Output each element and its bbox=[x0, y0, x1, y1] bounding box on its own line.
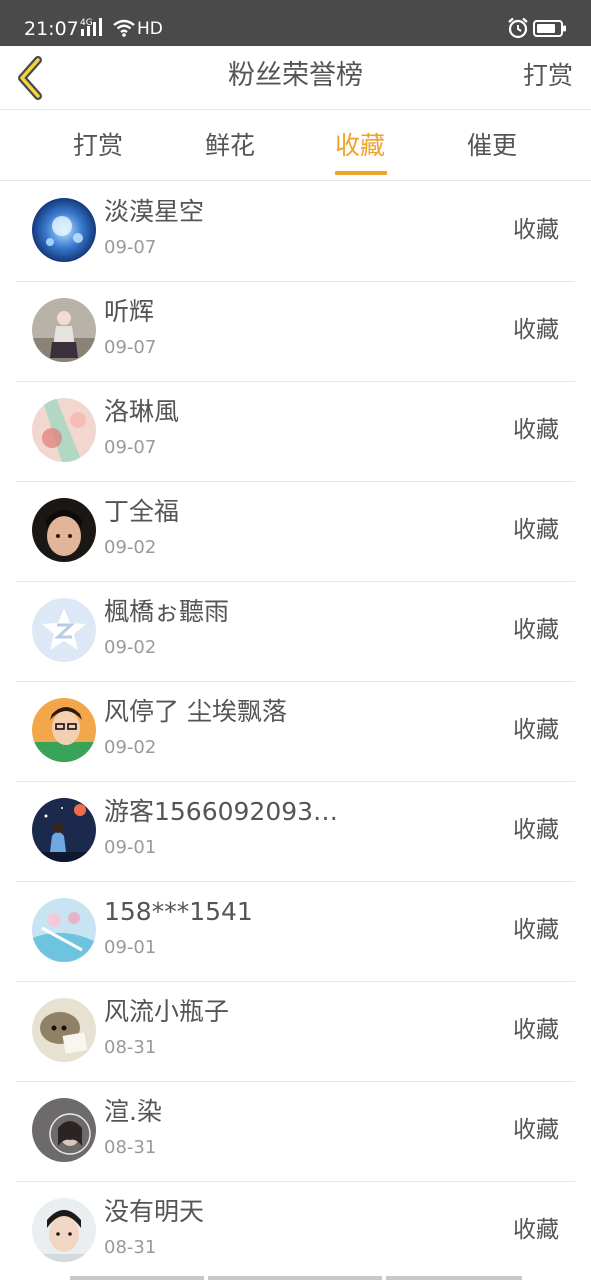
favorite-label: 收藏 bbox=[513, 317, 559, 343]
tab-label: 打赏 bbox=[72, 131, 123, 160]
list-item[interactable]: 洛琳風 09-07 收藏 bbox=[16, 382, 575, 482]
tab-urge-update[interactable]: 催更 bbox=[442, 129, 542, 163]
fan-name: 听辉 bbox=[104, 297, 155, 326]
reward-button[interactable]: 打赏 bbox=[523, 58, 573, 94]
tab-reward[interactable]: 打赏 bbox=[48, 129, 148, 163]
signal-icon: 4G bbox=[80, 16, 108, 38]
tab-label: 催更 bbox=[466, 131, 517, 160]
favorite-label: 收藏 bbox=[513, 1217, 559, 1243]
fan-name: 淡漠星空 bbox=[104, 197, 205, 226]
favorite-label: 收藏 bbox=[513, 617, 559, 643]
tab-flowers[interactable]: 鲜花 bbox=[180, 129, 280, 163]
alarm-icon bbox=[507, 17, 529, 39]
fan-date: 08-31 bbox=[104, 1237, 157, 1258]
avatar[interactable] bbox=[32, 998, 96, 1062]
avatar[interactable] bbox=[32, 1098, 96, 1162]
status-bar: 21:07 4G HD bbox=[0, 0, 591, 46]
list-item[interactable]: 风停了 尘埃飘落 09-02 收藏 bbox=[16, 682, 575, 782]
active-tab-indicator bbox=[335, 171, 387, 175]
fan-date: 08-31 bbox=[104, 1037, 157, 1058]
favorite-label: 收藏 bbox=[513, 1017, 559, 1043]
avatar[interactable] bbox=[32, 798, 96, 862]
status-time: 21:07 bbox=[24, 18, 79, 40]
favorite-label: 收藏 bbox=[513, 917, 559, 943]
list-item[interactable]: 风流小瓶子 08-31 收藏 bbox=[16, 982, 575, 1082]
fan-name: 渲.染 bbox=[104, 1097, 162, 1126]
fan-date: 09-07 bbox=[104, 337, 157, 358]
fan-date: 09-02 bbox=[104, 737, 157, 758]
avatar[interactable] bbox=[32, 698, 96, 762]
hd-indicator: HD bbox=[137, 19, 163, 39]
wifi-icon bbox=[112, 18, 136, 38]
fan-list: 淡漠星空 09-07 收藏 听辉 09-07 收藏 洛琳風 09-07 收藏 丁… bbox=[0, 182, 591, 1280]
favorite-label: 收藏 bbox=[513, 417, 559, 443]
list-item[interactable]: 没有明天 08-31 收藏 bbox=[16, 1182, 575, 1280]
fan-date: 09-01 bbox=[104, 937, 157, 958]
favorite-label: 收藏 bbox=[513, 217, 559, 243]
fan-name: 楓橋ぉ聽雨 bbox=[104, 597, 230, 626]
avatar[interactable] bbox=[32, 398, 96, 462]
fan-date: 09-02 bbox=[104, 637, 157, 658]
favorite-label: 收藏 bbox=[513, 717, 559, 743]
fan-name: 丁全福 bbox=[104, 497, 180, 526]
tab-favorites[interactable]: 收藏 bbox=[310, 129, 410, 175]
fan-date: 09-07 bbox=[104, 437, 157, 458]
network-type: 4G bbox=[80, 18, 93, 28]
list-item[interactable]: 渲.染 08-31 收藏 bbox=[16, 1082, 575, 1182]
page-title: 粉丝荣誉榜 bbox=[228, 60, 363, 91]
avatar[interactable] bbox=[32, 298, 96, 362]
fan-name: 风流小瓶子 bbox=[104, 997, 230, 1026]
list-item[interactable]: 淡漠星空 09-07 收藏 bbox=[16, 182, 575, 282]
favorite-label: 收藏 bbox=[513, 817, 559, 843]
favorite-label: 收藏 bbox=[513, 1117, 559, 1143]
list-item[interactable]: 丁全福 09-02 收藏 bbox=[16, 482, 575, 582]
fan-date: 09-07 bbox=[104, 237, 157, 258]
avatar[interactable] bbox=[32, 598, 96, 662]
fan-date: 09-02 bbox=[104, 537, 157, 558]
list-item[interactable]: 158***1541 09-01 收藏 bbox=[16, 882, 575, 982]
fan-name: 风停了 尘埃飘落 bbox=[104, 697, 287, 726]
fan-name: 158***1541 bbox=[104, 897, 253, 926]
bottom-divider bbox=[0, 1276, 591, 1280]
list-item[interactable]: 听辉 09-07 收藏 bbox=[16, 282, 575, 382]
favorite-label: 收藏 bbox=[513, 517, 559, 543]
avatar[interactable] bbox=[32, 898, 96, 962]
avatar[interactable] bbox=[32, 198, 96, 262]
fan-name: 洛琳風 bbox=[104, 397, 180, 426]
fan-name: 没有明天 bbox=[104, 1197, 205, 1226]
list-item[interactable]: 楓橋ぉ聽雨 09-02 收藏 bbox=[16, 582, 575, 682]
tab-label: 鲜花 bbox=[204, 131, 255, 160]
list-item[interactable]: 游客1566092093… 09-01 收藏 bbox=[16, 782, 575, 882]
avatar[interactable] bbox=[32, 498, 96, 562]
tab-label: 收藏 bbox=[334, 131, 385, 160]
fan-date: 08-31 bbox=[104, 1137, 157, 1158]
fan-date: 09-01 bbox=[104, 837, 157, 858]
avatar[interactable] bbox=[32, 1198, 96, 1262]
nav-header: 粉丝荣誉榜 打赏 bbox=[0, 46, 591, 110]
fan-name: 游客1566092093… bbox=[104, 797, 339, 826]
battery-icon bbox=[533, 19, 567, 38]
tab-bar: 打赏 鲜花 收藏 催更 bbox=[0, 111, 591, 181]
